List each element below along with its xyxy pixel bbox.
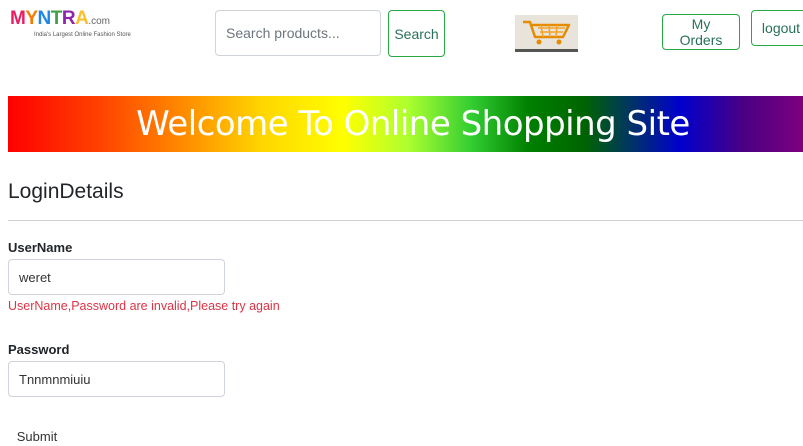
cart-graphic: [523, 20, 571, 45]
logo-tagline: India's Largest Online Fashion Store: [34, 32, 131, 38]
logo-letter: Y: [25, 8, 38, 29]
logo-wordmark: MYNTRA.com: [10, 8, 110, 33]
logo-letter: T: [50, 8, 63, 29]
password-label: Password: [8, 342, 70, 357]
divider: [8, 220, 803, 221]
page: MYNTRA.com India's Largest Online Fashio…: [0, 0, 803, 446]
logo-letter: N: [37, 8, 52, 29]
logo-letter: R: [61, 8, 76, 29]
shopping-cart-icon[interactable]: [515, 15, 578, 52]
search-input[interactable]: [215, 10, 381, 56]
banner-text: Welcome To Online Shopping Site: [136, 104, 690, 144]
my-orders-button[interactable]: My Orders: [662, 14, 740, 50]
search-button[interactable]: Search: [388, 10, 445, 57]
username-label: UserName: [8, 240, 73, 255]
logo-letter: A: [75, 8, 89, 29]
login-section-title: LoginDetails: [8, 180, 124, 203]
login-error-message: UserName,Password are invalid,Please try…: [8, 299, 280, 313]
submit-button[interactable]: Submit: [8, 425, 66, 446]
password-field[interactable]: [8, 361, 225, 397]
myntra-logo[interactable]: MYNTRA.com India's Largest Online Fashio…: [10, 8, 131, 44]
logout-button[interactable]: logout: [751, 10, 803, 46]
logo-letter: M: [10, 8, 26, 29]
logo-domain: .com: [88, 16, 110, 27]
username-field[interactable]: [8, 259, 225, 295]
welcome-banner: Welcome To Online Shopping Site: [8, 96, 803, 152]
